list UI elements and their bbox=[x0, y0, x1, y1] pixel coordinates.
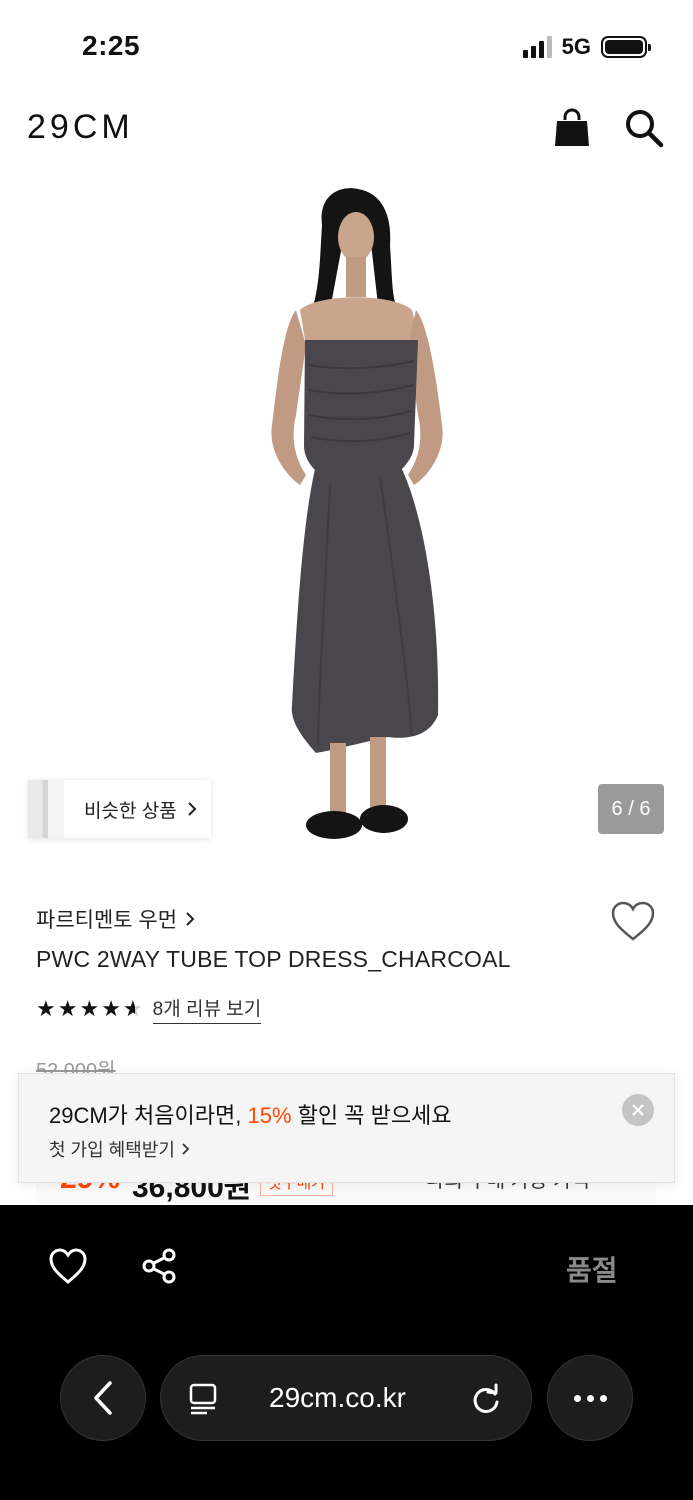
star-icon: ★ bbox=[79, 996, 100, 1021]
similar-thumbnail bbox=[28, 780, 64, 838]
status-indicators: 5G bbox=[522, 34, 651, 60]
rating-row: ★ ★ ★ ★ ★ 8개 리뷰 보기 bbox=[36, 994, 262, 1024]
similar-products-button[interactable]: 비슷한 상품 bbox=[28, 780, 211, 838]
promo-discount: 15% bbox=[247, 1103, 292, 1128]
star-icon: ★ bbox=[57, 996, 78, 1021]
reload-icon[interactable] bbox=[469, 1382, 503, 1416]
product-name: PWC 2WAY TUBE TOP DRESS_CHARCOAL bbox=[36, 946, 511, 972]
promo-title-text-end: 할인 꼭 받으세요 bbox=[291, 1103, 452, 1128]
share-icon[interactable] bbox=[140, 1247, 178, 1285]
brand-link[interactable]: 파르티멘토 우먼 bbox=[36, 904, 195, 934]
chevron-right-icon bbox=[182, 1143, 190, 1155]
product-image[interactable] bbox=[0, 175, 693, 865]
more-dot-icon bbox=[573, 1394, 581, 1402]
wishlist-heart-icon[interactable] bbox=[610, 900, 656, 942]
chevron-left-icon bbox=[94, 1381, 112, 1415]
review-link[interactable]: 8개 리뷰 보기 bbox=[152, 994, 262, 1024]
more-dot-icon bbox=[599, 1394, 607, 1402]
brand-name: 파르티멘토 우먼 bbox=[36, 909, 178, 932]
bottom-action-bar: 품절 29cm.co.kr bbox=[0, 1205, 693, 1500]
signal-icon bbox=[522, 36, 552, 58]
search-icon[interactable] bbox=[624, 108, 664, 148]
close-button[interactable] bbox=[622, 1094, 654, 1126]
star-icon: ★ bbox=[36, 996, 56, 1021]
status-time: 2:25 bbox=[82, 30, 141, 61]
soldout-button[interactable]: 품절 bbox=[566, 1249, 618, 1289]
signup-promo-banner[interactable]: 29CM가 처음이라면, 15% 할인 꼭 받으세요 첫 가입 혜택받기 bbox=[18, 1073, 675, 1183]
similar-products-label: 비슷한 상품 bbox=[84, 800, 177, 822]
shopping-bag-icon[interactable] bbox=[554, 108, 590, 148]
star-icon: ★ bbox=[101, 996, 121, 1021]
logo[interactable]: 29CM bbox=[27, 108, 134, 147]
image-page-indicator: 6 / 6 bbox=[598, 784, 664, 834]
similar-label-wrap: 비슷한 상품 bbox=[64, 796, 211, 823]
rating-stars: ★ ★ ★ ★ ★ bbox=[36, 996, 143, 1022]
battery-icon bbox=[601, 36, 651, 58]
app-header: 29CM bbox=[0, 100, 693, 160]
heart-icon[interactable] bbox=[48, 1247, 88, 1285]
reader-mode-icon[interactable] bbox=[187, 1382, 219, 1416]
model-photo bbox=[271, 188, 443, 839]
chevron-right-icon bbox=[187, 802, 197, 816]
status-bar: 2:25 5G bbox=[0, 0, 693, 90]
url-text: 29cm.co.kr bbox=[269, 1382, 406, 1413]
network-label: 5G bbox=[561, 34, 591, 59]
browser-url-bar[interactable]: 29cm.co.kr bbox=[160, 1355, 532, 1441]
chevron-right-icon bbox=[186, 912, 195, 926]
promo-title-text: 29CM가 처음이라면, bbox=[49, 1103, 248, 1128]
close-icon bbox=[632, 1104, 644, 1116]
browser-back-button[interactable] bbox=[60, 1355, 146, 1441]
more-dot-icon bbox=[586, 1394, 594, 1402]
signup-benefit-link[interactable]: 첫 가입 혜택받기 bbox=[49, 1136, 190, 1162]
promo-title: 29CM가 처음이라면, 15% 할인 꼭 받으세요 bbox=[49, 1098, 452, 1130]
browser-more-button[interactable] bbox=[547, 1355, 633, 1441]
star-half-icon: ★ bbox=[123, 996, 143, 1022]
promo-subtitle: 첫 가입 혜택받기 bbox=[49, 1140, 175, 1160]
